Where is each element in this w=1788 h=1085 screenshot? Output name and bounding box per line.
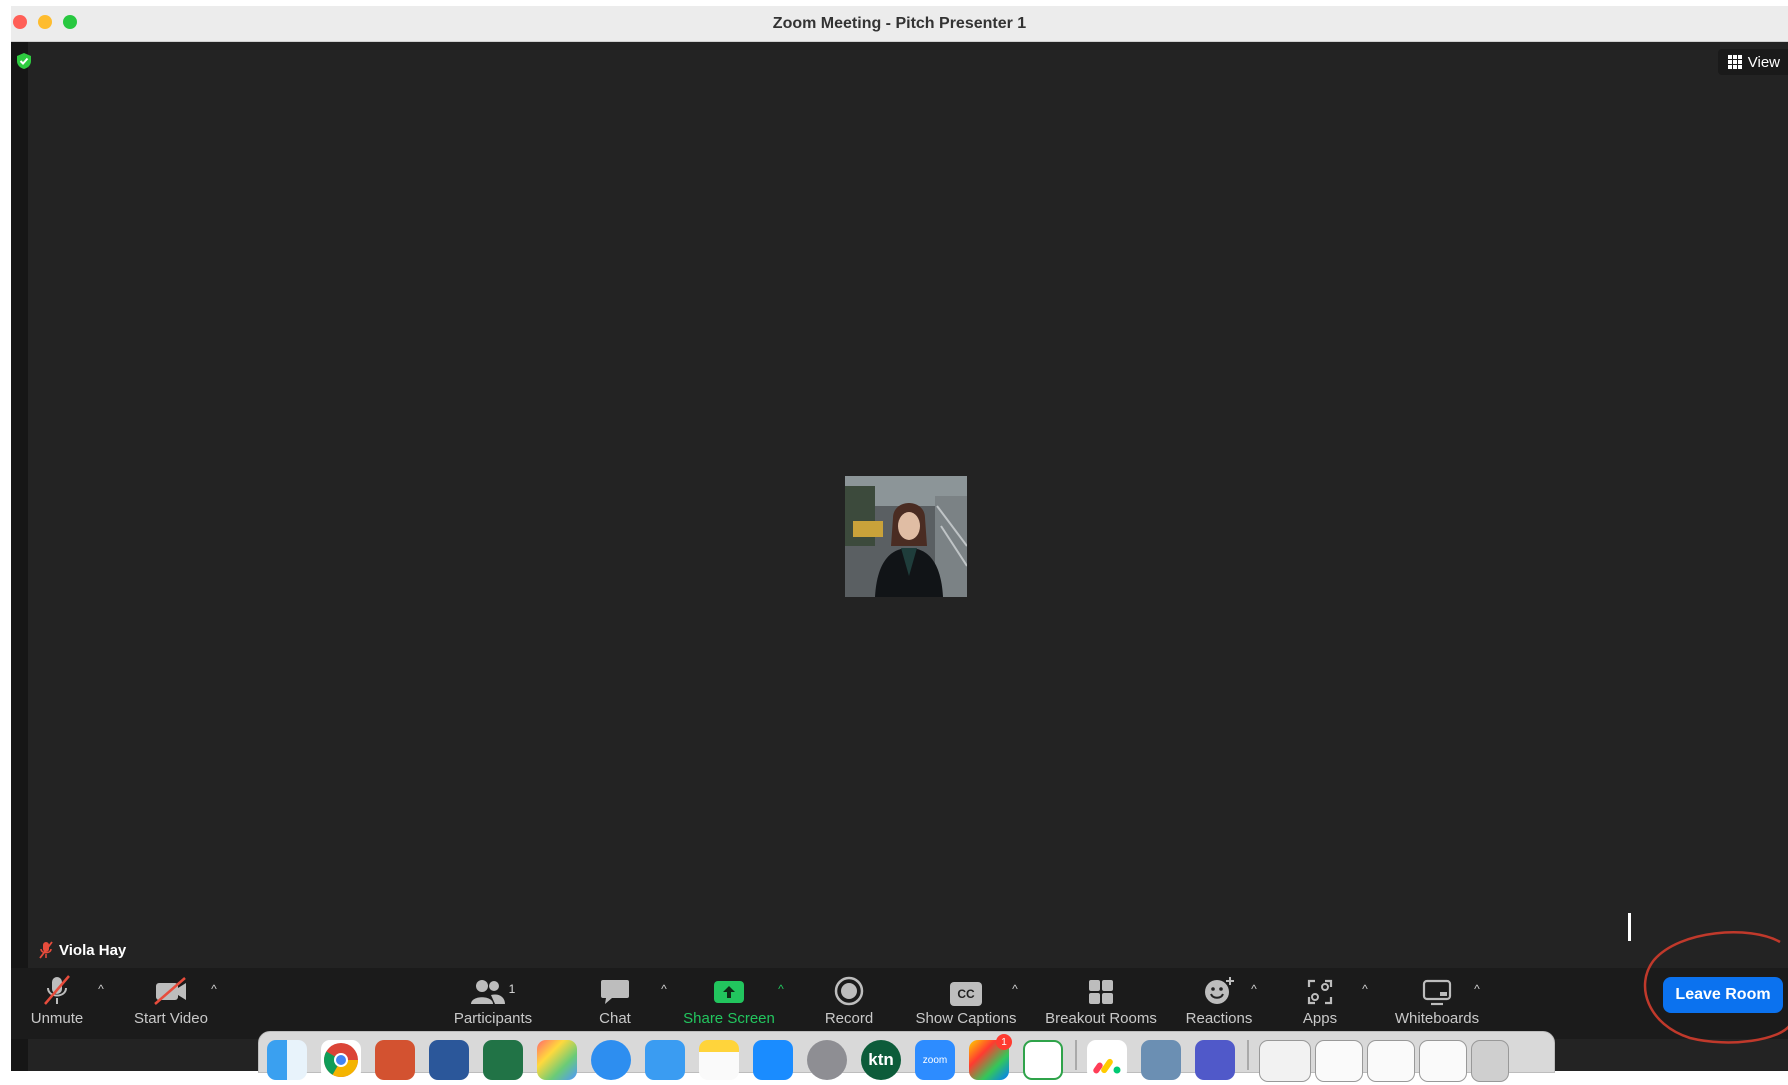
show-captions-label: Show Captions — [915, 1010, 1017, 1027]
appstore-icon[interactable] — [753, 1040, 793, 1080]
photos-icon[interactable]: 1 — [969, 1034, 1012, 1080]
apps-button[interactable]: Apps — [1296, 968, 1344, 1039]
whiteboards-label: Whiteboards — [1394, 1010, 1480, 1027]
whiteboard-icon — [1422, 979, 1452, 1006]
start-video-label: Start Video — [134, 1010, 208, 1027]
whiteboards-options-chevron-icon[interactable]: ^ — [1471, 983, 1483, 995]
participant-video-tile[interactable] — [845, 476, 967, 597]
view-button[interactable]: View — [1717, 49, 1788, 75]
zoom-window: Zoom Meeting - Pitch Presenter 1 View Vi… — [11, 6, 1788, 1071]
muted-microphone-icon — [44, 975, 70, 1005]
preview-icon[interactable] — [1141, 1040, 1181, 1080]
teams-icon[interactable] — [1195, 1040, 1235, 1080]
system-settings-icon[interactable] — [807, 1040, 847, 1080]
notes-icon[interactable] — [699, 1040, 739, 1080]
ktn-icon[interactable]: ktn — [861, 1040, 901, 1080]
record-label: Record — [824, 1010, 874, 1027]
excel-icon[interactable] — [483, 1040, 523, 1080]
dock-separator — [1075, 1040, 1077, 1070]
share-screen-button[interactable]: Share Screen — [679, 968, 779, 1039]
minimized-window-thumbnail[interactable] — [1367, 1040, 1415, 1082]
chrome-icon[interactable] — [321, 1040, 361, 1080]
grid-icon — [1727, 55, 1742, 69]
annotation-circle — [1643, 931, 1788, 1044]
apps-label: Apps — [1302, 1010, 1338, 1027]
share-options-chevron-icon[interactable]: ^ — [775, 983, 787, 995]
captions-options-chevron-icon[interactable]: ^ — [1009, 983, 1021, 995]
left-edge-strip — [11, 42, 28, 1071]
start-video-button[interactable]: Start Video — [129, 968, 213, 1039]
minimized-window-thumbnail[interactable] — [1315, 1040, 1363, 1082]
safari-icon[interactable] — [591, 1040, 631, 1080]
audio-options-chevron-icon[interactable]: ^ — [95, 983, 107, 995]
chat-options-chevron-icon[interactable]: ^ — [658, 983, 670, 995]
monday-icon[interactable] — [1087, 1040, 1127, 1080]
meeting-toolbar: Unmute ^ Start Video ^ 1 Participants Ch… — [11, 968, 1788, 1039]
zoom-icon[interactable]: zoom — [915, 1040, 955, 1080]
encryption-shield-icon[interactable] — [15, 52, 33, 70]
chat-button[interactable]: Chat — [591, 968, 639, 1039]
smiley-plus-icon — [1205, 977, 1234, 1004]
share-screen-icon — [714, 981, 744, 1003]
show-captions-button[interactable]: CC Show Captions — [911, 968, 1021, 1039]
record-button[interactable]: Record — [819, 968, 879, 1039]
participants-button[interactable]: 1 Participants — [446, 968, 540, 1039]
share-screen-label: Share Screen — [683, 1010, 775, 1027]
chat-label: Chat — [599, 1010, 631, 1027]
minimized-window-thumbnail[interactable] — [1259, 1040, 1311, 1082]
video-options-chevron-icon[interactable]: ^ — [208, 983, 220, 995]
launchpad-icon[interactable] — [537, 1040, 577, 1080]
citrix-icon[interactable] — [1023, 1040, 1063, 1080]
reactions-button[interactable]: Reactions — [1181, 968, 1257, 1039]
participants-count: 1 — [508, 982, 516, 996]
participants-label: Participants — [453, 1010, 533, 1027]
chat-bubble-icon — [601, 980, 629, 1004]
minimized-window-thumbnail[interactable] — [1419, 1040, 1467, 1082]
apps-icon — [1307, 979, 1333, 1005]
title-bar: Zoom Meeting - Pitch Presenter 1 — [11, 6, 1788, 42]
whiteboards-button[interactable]: Whiteboards — [1389, 968, 1485, 1039]
trash-icon[interactable] — [1471, 1040, 1509, 1082]
reactions-options-chevron-icon[interactable]: ^ — [1248, 983, 1260, 995]
breakout-rooms-icon — [1089, 980, 1113, 1004]
apps-options-chevron-icon[interactable]: ^ — [1359, 983, 1371, 995]
record-icon — [834, 976, 864, 1006]
participant-name-tag: Viola Hay — [39, 937, 126, 963]
window-title: Zoom Meeting - Pitch Presenter 1 — [772, 15, 1027, 32]
reactions-label: Reactions — [1185, 1010, 1253, 1027]
dock-separator — [1247, 1040, 1249, 1070]
muted-mic-icon — [39, 941, 53, 959]
participant-name: Viola Hay — [59, 941, 127, 959]
mail-icon[interactable] — [645, 1040, 685, 1080]
photos-badge: 1 — [996, 1034, 1012, 1050]
view-label: View — [1747, 53, 1780, 71]
word-icon[interactable] — [429, 1040, 469, 1080]
video-off-icon — [154, 977, 186, 1005]
unmute-label: Unmute — [30, 1010, 84, 1027]
powerpoint-icon[interactable] — [375, 1040, 415, 1080]
participants-icon — [470, 980, 505, 1004]
breakout-rooms-button[interactable]: Breakout Rooms — [1041, 968, 1161, 1039]
finder-icon[interactable] — [267, 1040, 307, 1080]
breakout-rooms-label: Breakout Rooms — [1045, 1010, 1157, 1027]
unmute-button[interactable]: Unmute — [27, 968, 87, 1039]
captions-icon: CC — [950, 982, 982, 1006]
macos-dock: ktn zoom 1 — [258, 1031, 1555, 1082]
text-cursor — [1628, 913, 1631, 941]
